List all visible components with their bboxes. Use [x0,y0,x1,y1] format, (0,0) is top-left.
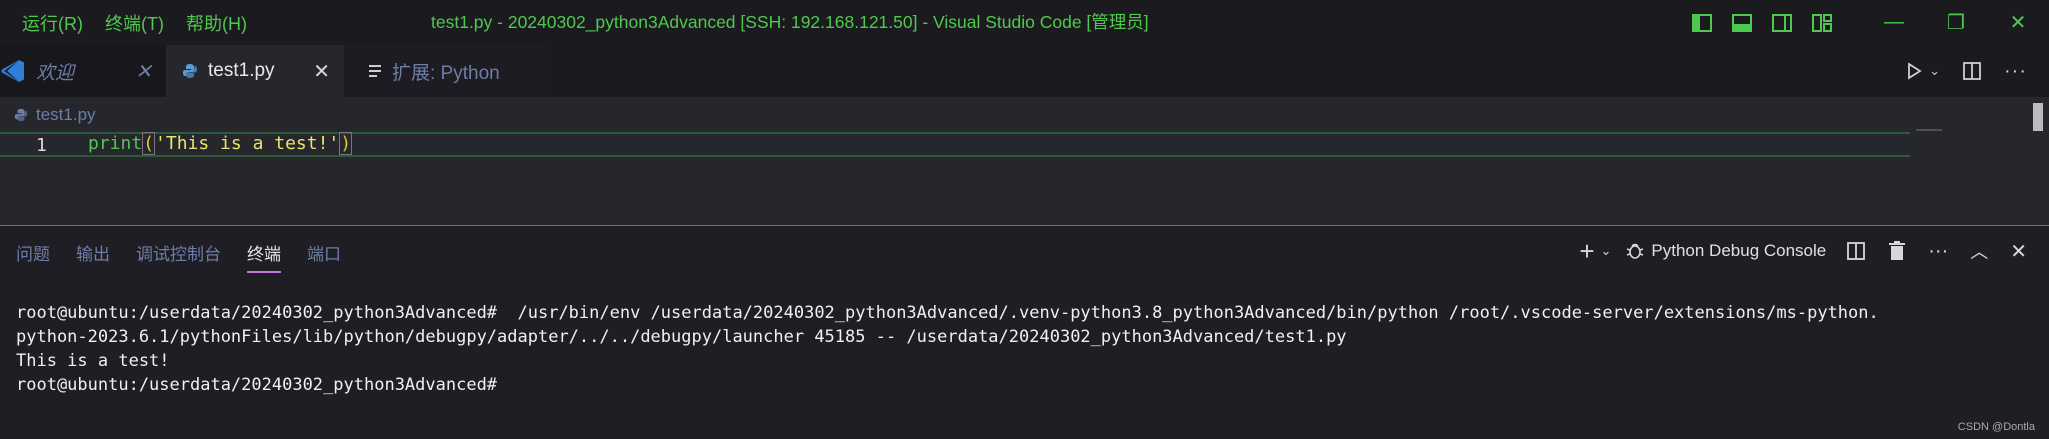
editor-tab-bar: 欢迎 ✕ test1.py ✕ 扩展: Python ⌄ ··· [0,45,2049,97]
tab-label: 扩展: Python [392,62,500,84]
close-window-icon[interactable]: ✕ [1987,0,2049,45]
breadcrumb[interactable]: test1.py [14,105,96,125]
tab-label: 欢迎 [36,62,75,84]
code-line[interactable]: print('This is a test!') [88,132,353,155]
toggle-secondary-sidebar-icon[interactable] [1771,12,1793,34]
terminal-line: python-2023.6.1/pythonFiles/lib/python/d… [16,327,1347,347]
code-string: 'This is a test!' [155,133,340,154]
window-title: test1.py - 20240302_python3Advanced [SSH… [431,12,1149,32]
code-paren-close: ) [339,132,353,155]
code-paren-open: ( [142,132,156,155]
vscode-logo-icon [0,58,26,84]
python-icon [14,108,28,122]
tab-ports[interactable]: 端口 [307,240,341,273]
minimize-icon[interactable]: — [1863,0,1925,45]
console-label: Python Debug Console [1651,241,1827,260]
watermark: CSDN @Dontla [1957,421,2035,433]
chevron-down-icon[interactable]: ⌄ [1601,243,1612,259]
code-function: print [88,133,143,154]
bug-icon [1627,243,1644,259]
tab-extension-python[interactable]: 扩展: Python [344,45,545,97]
tab-problems[interactable]: 问题 [16,240,50,273]
terminal-selector[interactable]: Python Debug Console [1625,241,1826,261]
extension-list-icon [368,63,382,79]
tab-welcome[interactable]: 欢迎 ✕ [0,45,166,97]
tab-test1-py[interactable]: test1.py ✕ [166,45,344,97]
customize-layout-icon[interactable] [1811,12,1833,34]
restore-icon[interactable]: ❐ [1925,0,1987,45]
new-terminal-icon[interactable]: + [1579,236,1594,267]
editor-actions: ⌄ ··· [1905,45,2049,97]
terminal-line: This is a test! [16,351,170,371]
panel-actions: + ⌄ Python Debug Console ··· ︿ ✕ [1579,234,2049,268]
panel-tabs: 问题 输出 调试控制台 终端 端口 [16,240,367,273]
run-icon[interactable]: ⌄ [1905,62,1940,80]
python-icon [182,63,198,79]
menu-terminal[interactable]: 终端(T) [105,10,164,36]
maximize-panel-icon[interactable]: ︿ [1970,238,1988,264]
tab-debug-console[interactable]: 调试控制台 [136,240,221,273]
terminal-line: root@ubuntu:/userdata/20240302_python3Ad… [16,375,508,395]
tab-label: test1.py [208,60,275,81]
menu-run[interactable]: 运行(R) [22,10,83,36]
split-editor-icon[interactable] [1962,61,1982,81]
terminal-output[interactable]: root@ubuntu:/userdata/20240302_python3Ad… [16,301,1879,397]
bottom-panel: 问题 输出 调试控制台 终端 端口 + ⌄ Python Debug Conso… [0,225,2049,439]
minimap[interactable] [1916,129,1942,131]
more-actions-icon[interactable]: ··· [2004,60,2027,83]
title-bar: 运行(R) 终端(T) 帮助(H) test1.py - 20240302_py… [0,0,2049,45]
close-panel-icon[interactable]: ✕ [2010,239,2027,264]
menu-bar: 运行(R) 终端(T) 帮助(H) [22,10,269,36]
line-number: 1 [36,135,47,156]
close-icon[interactable]: ✕ [135,59,152,84]
terminal-line: root@ubuntu:/userdata/20240302_python3Ad… [16,303,1879,323]
breadcrumb-file: test1.py [36,105,96,124]
toggle-primary-sidebar-icon[interactable] [1691,12,1713,34]
tab-output[interactable]: 输出 [76,240,110,273]
menu-help[interactable]: 帮助(H) [186,10,247,36]
more-actions-icon[interactable]: ··· [1928,240,1948,263]
editor-area[interactable]: test1.py 1 print('This is a test!') [0,97,2049,225]
split-terminal-icon[interactable] [1846,241,1866,261]
chevron-down-icon[interactable]: ⌄ [1929,63,1940,79]
trash-icon[interactable] [1888,241,1906,261]
close-icon[interactable]: ✕ [313,59,330,84]
window-controls: — ❐ ✕ [1691,0,2049,45]
toggle-panel-icon[interactable] [1731,12,1753,34]
tab-terminal[interactable]: 终端 [247,240,281,273]
editor-scrollbar[interactable] [2033,103,2043,131]
